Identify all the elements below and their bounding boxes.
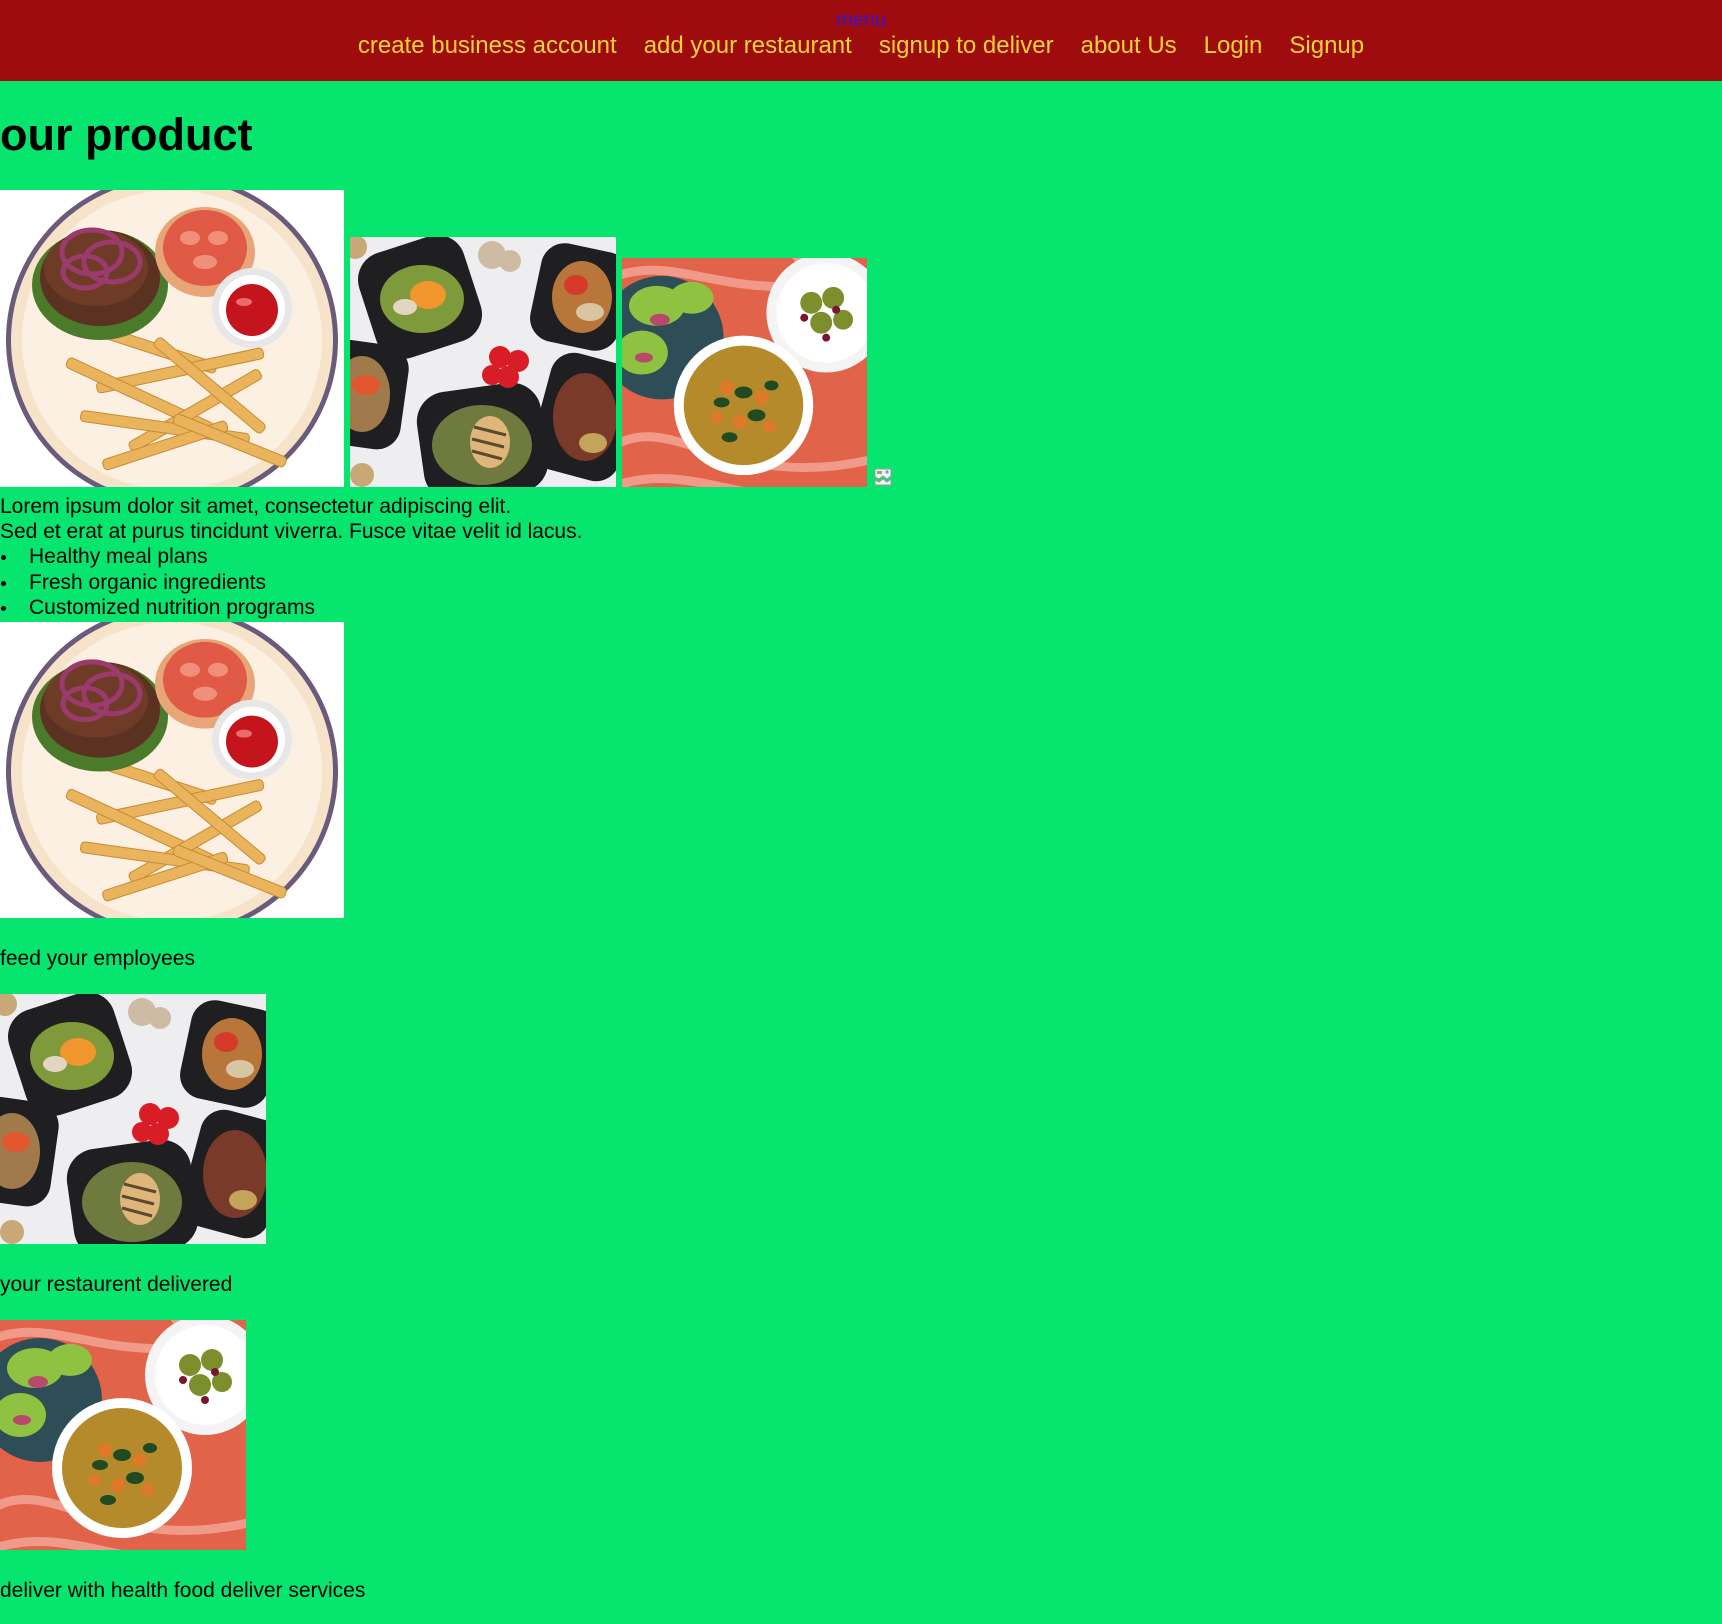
top-navigation-bar: menu create business account add your re… <box>0 0 1722 81</box>
meal-prep-containers-image <box>350 237 616 487</box>
nav-link-add-your-restaurant[interactable]: add your restaurant <box>644 32 852 60</box>
caption-health-food-delivery: deliver with health food deliver service… <box>0 1579 366 1602</box>
intro-text-line-1: Lorem ipsum dolor sit amet, consectetur … <box>0 495 512 518</box>
nav-link-login[interactable]: Login <box>1204 32 1263 60</box>
nav-link-signup[interactable]: Signup <box>1289 32 1364 60</box>
broken-image-icon <box>874 466 894 486</box>
burger-fries-plate-image <box>0 622 344 918</box>
meal-prep-containers-image <box>0 994 266 1244</box>
list-item: Fresh organic ingredients <box>0 570 315 596</box>
list-item: Healthy meal plans <box>0 544 315 570</box>
burger-fries-plate-image <box>0 190 344 487</box>
menu-link[interactable]: menu <box>0 9 1722 31</box>
nav-link-about-us[interactable]: about Us <box>1081 32 1177 60</box>
nav-link-create-business-account[interactable]: create business account <box>358 32 617 60</box>
caption-feed-employees: feed your employees <box>0 947 195 970</box>
salad-bowls-image <box>0 1320 246 1550</box>
nav-link-signup-to-deliver[interactable]: signup to deliver <box>879 32 1054 60</box>
list-item: Customized nutrition programs <box>0 595 315 621</box>
page-title: our product <box>0 109 253 160</box>
feature-list: Healthy meal plans Fresh organic ingredi… <box>0 544 315 621</box>
intro-text-line-2: Sed et erat at purus tincidunt viverra. … <box>0 520 583 543</box>
salad-bowls-image <box>622 258 867 487</box>
caption-restaurant-delivered: your restaurent delivered <box>0 1273 233 1296</box>
main-nav: create business account add your restaur… <box>0 32 1722 60</box>
